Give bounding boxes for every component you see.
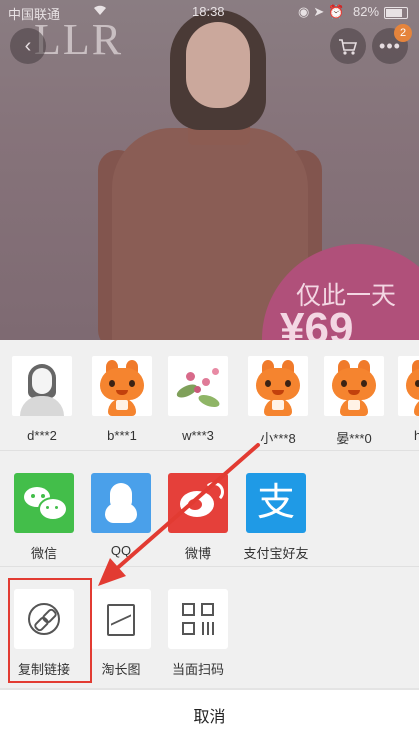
long-image-button[interactable]: 淘长图: [81, 589, 161, 678]
cart-icon: [338, 35, 358, 57]
status-bar: 中国联通 18:38 ◉➤⏰ 82%: [0, 0, 419, 24]
avatar: [168, 356, 228, 416]
cart-button[interactable]: [330, 28, 366, 64]
contact-item[interactable]: w***3: [166, 356, 230, 443]
contact-name: b***1: [107, 428, 137, 443]
share-alipay-button[interactable]: 支 支付宝好友: [236, 473, 316, 562]
avatar: [324, 356, 384, 416]
long-image-icon: [91, 589, 151, 649]
wifi-icon: [92, 3, 108, 20]
avatar: [248, 356, 308, 416]
contact-item[interactable]: d***2: [10, 356, 74, 443]
recent-contacts: d***2 b***1 w***3 小***8 晏***0 h: [0, 340, 419, 450]
share-qq-button[interactable]: QQ: [81, 473, 161, 558]
share-app-label: 支付宝好友: [243, 546, 309, 561]
avatar: [12, 356, 72, 416]
share-wechat-button[interactable]: 微信: [4, 473, 84, 562]
system-icons: ◉➤⏰: [298, 4, 349, 19]
weibo-icon: [168, 473, 228, 533]
contact-item[interactable]: b***1: [90, 356, 154, 443]
contact-name: h: [414, 428, 419, 443]
contact-name: 小***8: [260, 431, 296, 446]
contact-name: d***2: [27, 428, 57, 443]
share-weibo-button[interactable]: 微博: [158, 473, 238, 562]
battery-icon: [384, 7, 408, 19]
battery-percent: 82%: [353, 4, 380, 19]
alipay-icon: 支: [246, 473, 306, 533]
tool-label: 当面扫码: [171, 662, 224, 677]
share-apps: 微信 QQ 微博 支 支付宝好友: [0, 451, 419, 566]
share-app-label: 微博: [184, 546, 211, 561]
share-sheet: d***2 b***1 w***3 小***8 晏***0 h 微信 QQ 微博…: [0, 340, 419, 746]
cart-badge: 2: [394, 24, 412, 42]
contact-item[interactable]: 晏***0: [322, 356, 386, 447]
contact-item[interactable]: h: [396, 356, 419, 443]
chevron-left-icon: ‹: [24, 35, 32, 57]
tool-label: 淘长图: [101, 662, 141, 677]
annotation-highlight: [8, 578, 92, 683]
share-app-label: 微信: [30, 546, 57, 561]
contact-name: w***3: [182, 428, 214, 443]
carrier-label: 中国联通: [8, 7, 61, 22]
avatar: [92, 356, 152, 416]
back-button[interactable]: ‹: [10, 28, 46, 64]
clock: 18:38: [192, 4, 225, 19]
share-app-label: QQ: [110, 543, 132, 558]
contact-item[interactable]: 小***8: [246, 356, 310, 447]
qr-scan-button[interactable]: 当面扫码: [158, 589, 238, 678]
avatar: [398, 356, 419, 416]
cancel-button[interactable]: 取消: [0, 690, 419, 746]
wechat-icon: [14, 473, 74, 533]
qq-icon: [91, 473, 151, 533]
qr-code-icon: [168, 589, 228, 649]
promo-price: ¥69: [280, 304, 354, 340]
contact-name: 晏***0: [336, 431, 372, 446]
